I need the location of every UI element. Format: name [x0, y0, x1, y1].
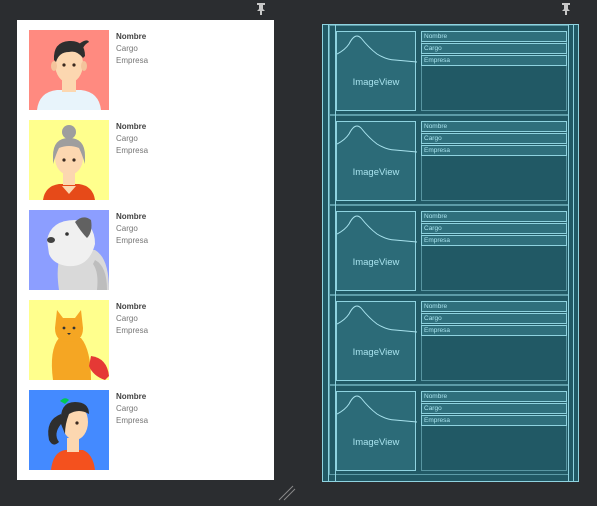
list-item[interactable]: Nombre Cargo Empresa [17, 110, 274, 200]
blueprint-name-field[interactable]: Nombre [421, 121, 567, 132]
company-label: Empresa [116, 236, 149, 245]
pin-icon-blueprint[interactable] [560, 2, 572, 16]
blueprint-company-field[interactable]: Empresa [421, 55, 567, 66]
imageview-placeholder-icon [337, 125, 417, 153]
blueprint-job-field[interactable]: Cargo [421, 223, 567, 234]
imageview-label: ImageView [352, 347, 400, 358]
blueprint-imageview[interactable]: ImageView [336, 121, 417, 201]
blueprint-company-field[interactable]: Empresa [421, 145, 567, 156]
dog-avatar-icon [29, 210, 109, 290]
imageview-placeholder-icon [337, 215, 417, 243]
job-label: Cargo [116, 314, 138, 323]
job-label: Cargo [116, 44, 138, 53]
grandma-avatar-icon [29, 120, 109, 200]
list-item[interactable]: Nombre Cargo Empresa [17, 380, 274, 470]
name-label: Nombre [116, 392, 147, 401]
blueprint-panel: ImageView Nombre Cargo Empresa ImageView… [322, 24, 579, 482]
list-item[interactable]: Nombre Cargo Empresa [17, 200, 274, 290]
imageview-placeholder-icon [337, 395, 417, 423]
blueprint-imageview[interactable]: ImageView [336, 211, 417, 291]
blueprint-job-field[interactable]: Cargo [421, 403, 567, 414]
design-preview-panel: Nombre Cargo Empresa Nombre Cargo Empres… [17, 20, 274, 480]
blueprint-imageview[interactable]: ImageView [336, 301, 417, 381]
blueprint-job-field[interactable]: Cargo [421, 43, 567, 54]
blueprint-guide-line [573, 25, 574, 481]
imageview-label: ImageView [352, 257, 400, 268]
name-label: Nombre [116, 32, 147, 41]
blueprint-job-field[interactable]: Cargo [421, 313, 567, 324]
company-label: Empresa [116, 416, 149, 425]
blueprint-name-field[interactable]: Nombre [421, 211, 567, 222]
blueprint-imageview[interactable]: ImageView [336, 391, 417, 471]
blueprint-company-field[interactable]: Empresa [421, 415, 567, 426]
imageview-label: ImageView [352, 167, 400, 178]
name-label: Nombre [116, 212, 147, 221]
blueprint-list-item[interactable]: ImageView Nombre Cargo Empresa [329, 25, 569, 115]
resize-handle-icon[interactable] [277, 482, 297, 502]
blueprint-imageview[interactable]: ImageView [336, 31, 417, 111]
list-item[interactable]: Nombre Cargo Empresa [17, 290, 274, 380]
imageview-label: ImageView [352, 437, 400, 448]
imageview-label: ImageView [352, 77, 400, 88]
woman-avatar-icon [29, 390, 109, 470]
job-label: Cargo [116, 224, 138, 233]
job-label: Cargo [116, 404, 138, 413]
man-avatar-icon [29, 30, 109, 110]
blueprint-list-item[interactable]: ImageView Nombre Cargo Empresa [329, 385, 569, 475]
blueprint-name-field[interactable]: Nombre [421, 31, 567, 42]
imageview-placeholder-icon [337, 35, 417, 63]
job-label: Cargo [116, 134, 138, 143]
blueprint-list-item[interactable]: ImageView Nombre Cargo Empresa [329, 115, 569, 205]
blueprint-name-field[interactable]: Nombre [421, 391, 567, 402]
blueprint-name-field[interactable]: Nombre [421, 301, 567, 312]
company-label: Empresa [116, 326, 149, 335]
name-label: Nombre [116, 302, 147, 311]
blueprint-list-item[interactable]: ImageView Nombre Cargo Empresa [329, 205, 569, 295]
blueprint-company-field[interactable]: Empresa [421, 235, 567, 246]
blueprint-job-field[interactable]: Cargo [421, 133, 567, 144]
list-item[interactable]: Nombre Cargo Empresa [17, 20, 274, 110]
blueprint-company-field[interactable]: Empresa [421, 325, 567, 336]
cat-avatar-icon [29, 300, 109, 380]
company-label: Empresa [116, 146, 149, 155]
blueprint-list-item[interactable]: ImageView Nombre Cargo Empresa [329, 295, 569, 385]
name-label: Nombre [116, 122, 147, 131]
company-label: Empresa [116, 56, 149, 65]
pin-icon[interactable] [255, 2, 267, 16]
imageview-placeholder-icon [337, 305, 417, 333]
